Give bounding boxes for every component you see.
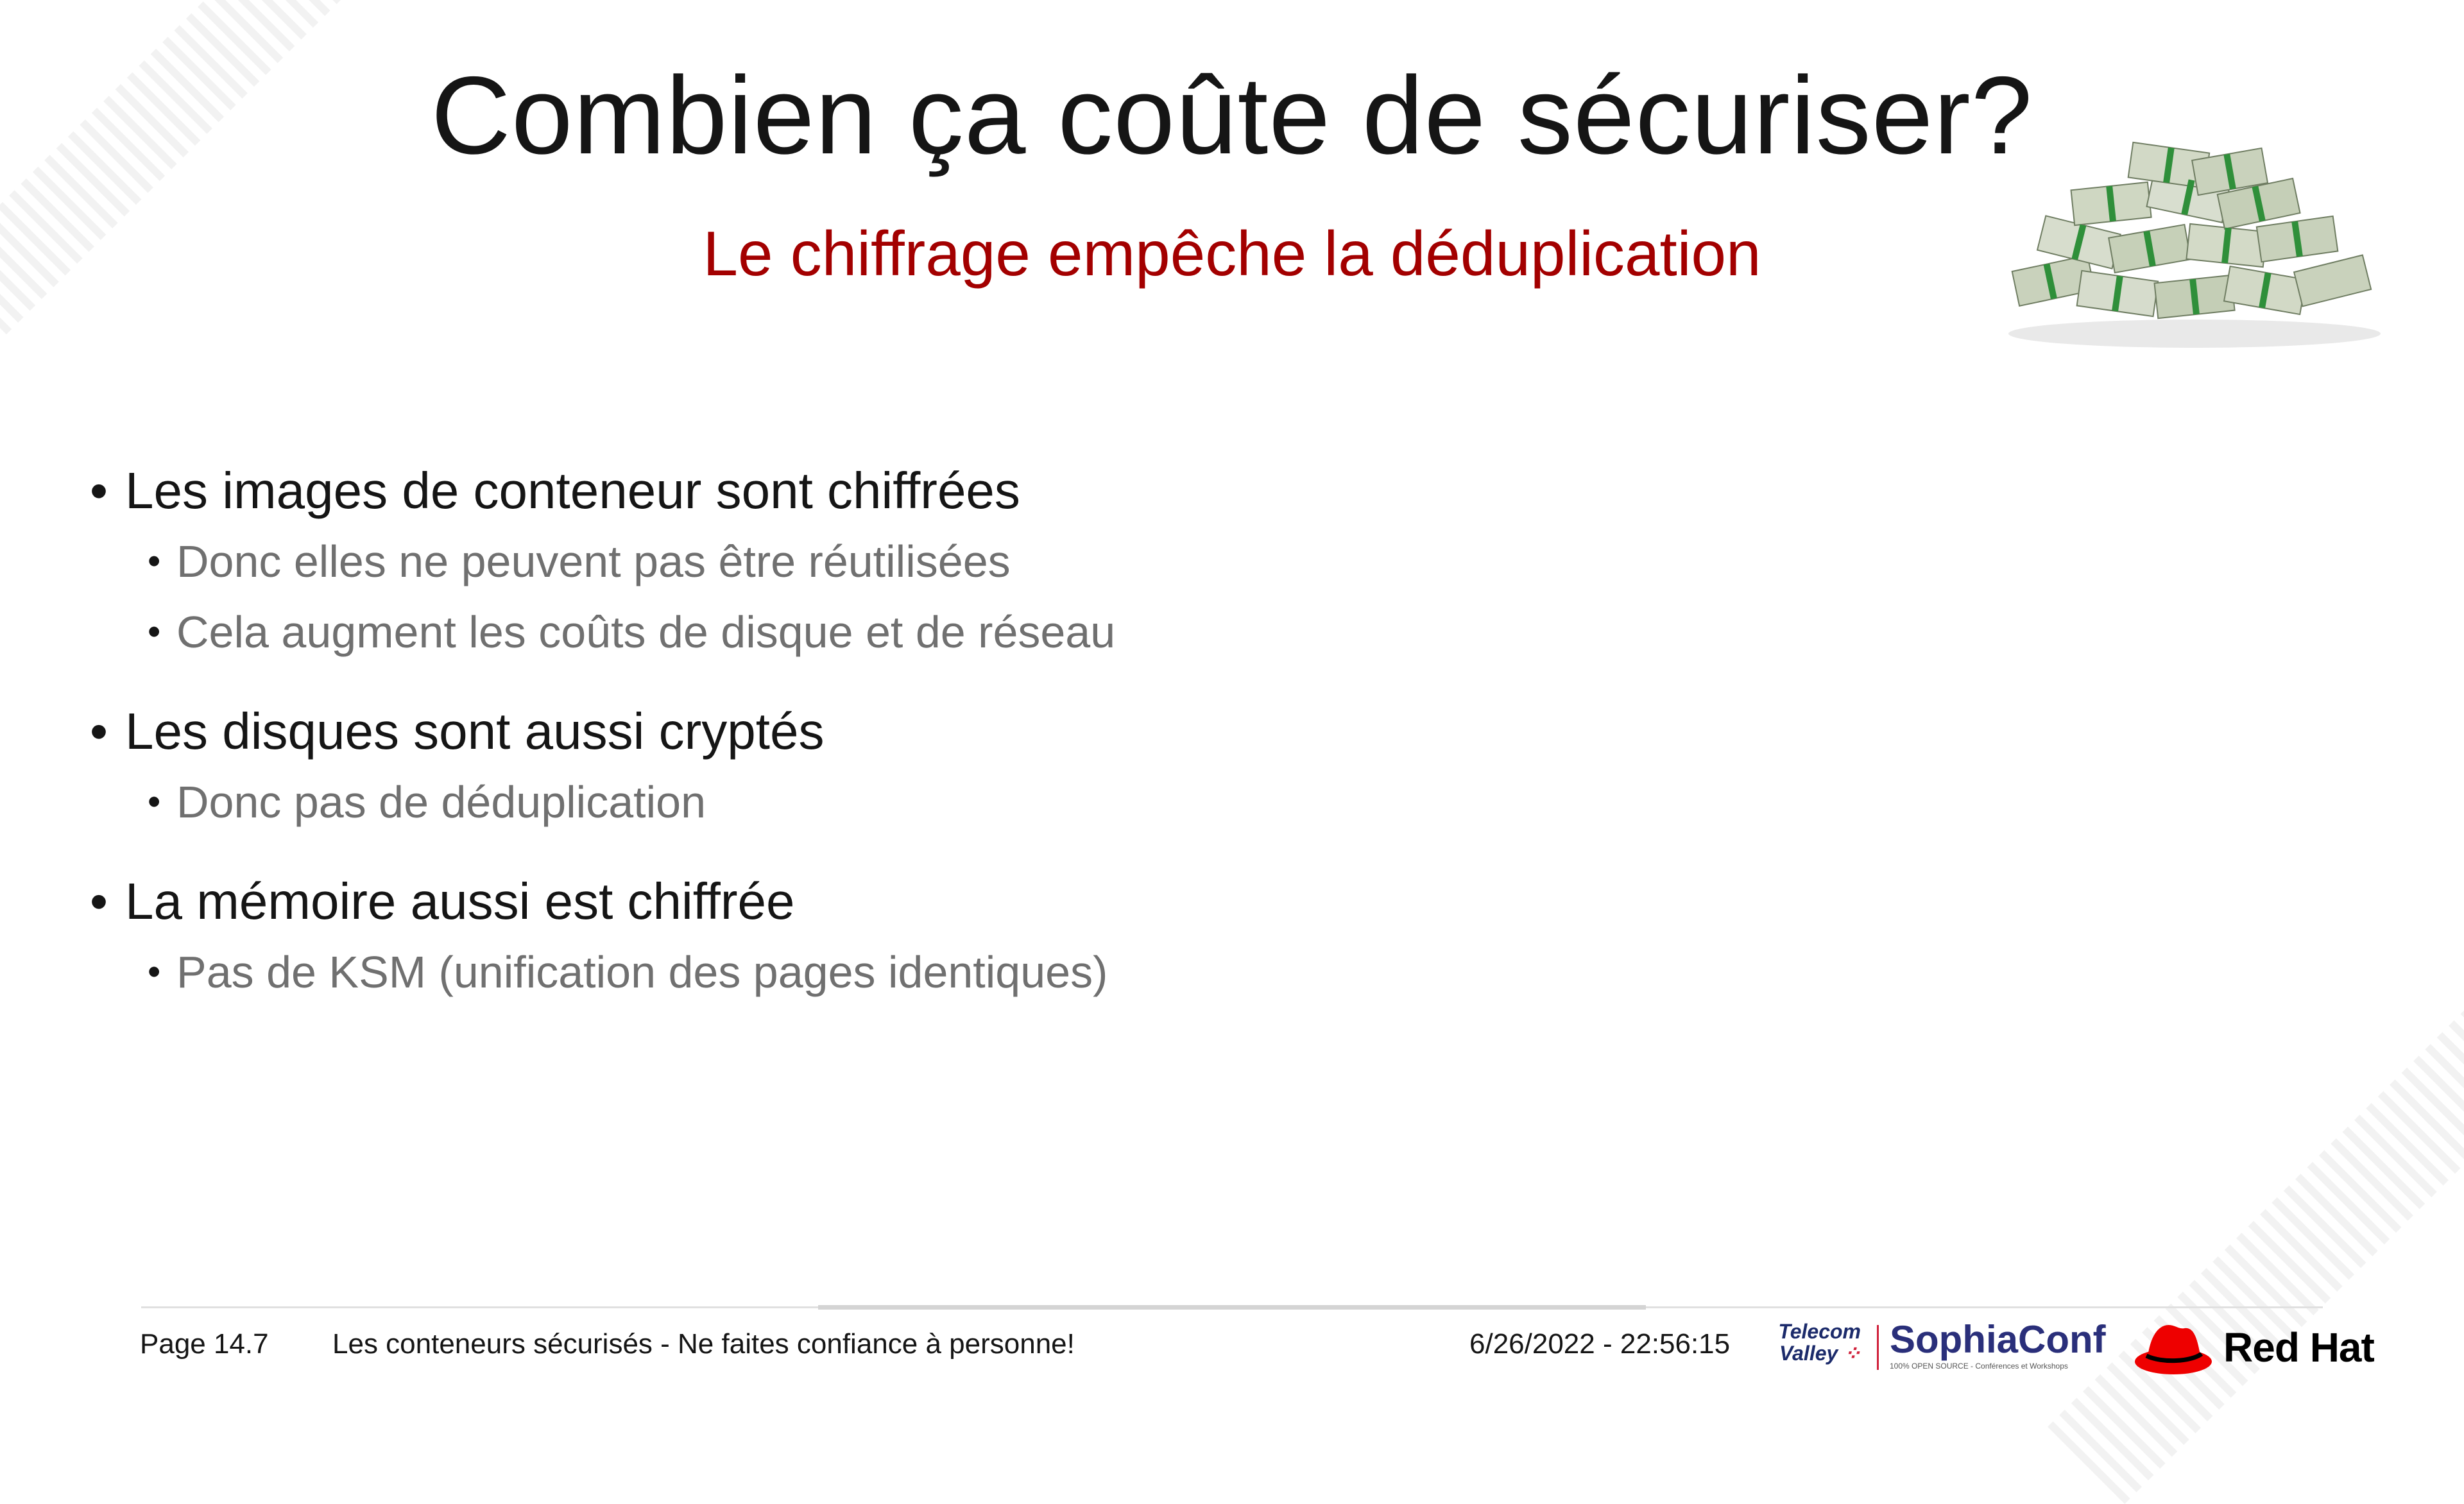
footer-talk-title: Les conteneurs sécurisés - Ne faites con… (332, 1328, 1075, 1360)
redhat-logo-text: Red Hat (2223, 1324, 2375, 1371)
sub-bullet-item: Donc elles ne peuvent pas être réutilisé… (90, 526, 1758, 597)
page-number: Page 14.7 (140, 1328, 269, 1360)
sophiaconf-logo-tagline: 100% OPEN SOURCE - Conférences et Worksh… (1890, 1362, 2068, 1371)
bullet-item: Les disques sont aussi cryptés (90, 696, 1758, 767)
footer-datetime: 6/26/2022 - 22:56:15 (1469, 1328, 1731, 1360)
telecom-valley-logo: Telecom Valley ⁘ (1778, 1320, 1861, 1365)
bullet-item: La mémoire aussi est chiffrée (90, 866, 1758, 937)
money-pile-image (2008, 141, 2381, 348)
sophiaconf-logo-name: SophiaConf (1890, 1318, 2106, 1361)
logo-separator (1877, 1325, 1879, 1370)
footer-progress-bar (818, 1305, 1646, 1310)
redhat-logo: Red Hat (2134, 1315, 2377, 1380)
sophiaconf-logo: SophiaConf 100% OPEN SOURCE - Conférence… (1890, 1319, 2127, 1376)
corner-decoration-bottom-right (2047, 927, 2464, 1504)
bullet-list: Les images de conteneur sont chiffrées D… (90, 456, 1758, 1007)
bullet-item: Les images de conteneur sont chiffrées (90, 456, 1758, 526)
sub-bullet-item: Cela augment les coûts de disque et de r… (90, 597, 1758, 667)
sub-bullet-item: Donc pas de déduplication (90, 767, 1758, 837)
redhat-fedora-icon (2135, 1325, 2212, 1374)
sub-bullet-item: Pas de KSM (unification des pages identi… (90, 937, 1758, 1007)
